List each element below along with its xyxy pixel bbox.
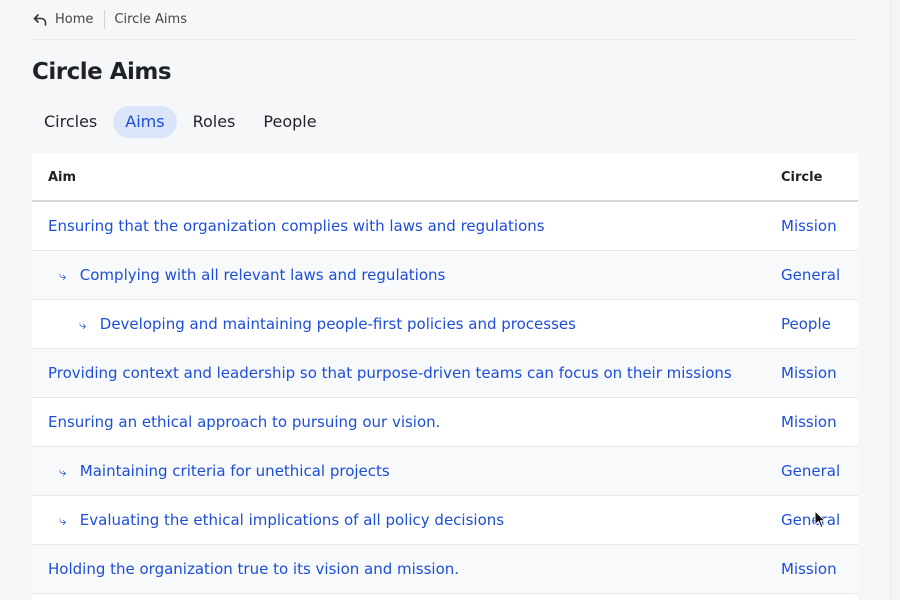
table-row: Ensuring an ethical approach to pursuing…	[32, 397, 858, 447]
aim-link[interactable]: Evaluating the ethical implications of a…	[80, 511, 504, 529]
circle-link[interactable]: Mission	[781, 364, 837, 382]
table-row: ⤷ Maintaining criteria for unethical pro…	[32, 446, 858, 496]
tab-roles[interactable]: Roles	[181, 106, 248, 138]
aim-cell: ⤷ Complying with all relevant laws and r…	[32, 250, 765, 300]
breadcrumb-current: Circle Aims	[114, 12, 187, 27]
breadcrumb-home-link[interactable]: Home	[32, 12, 93, 28]
circle-link[interactable]: People	[781, 315, 831, 333]
aim-cell: ⤷ Evaluating the ethical implications of…	[32, 495, 765, 545]
tab-people[interactable]: People	[251, 106, 328, 138]
aims-table-container: Aim Circle Ensuring that the organizatio…	[32, 154, 858, 600]
table-row: Ensuring that the organization complies …	[32, 201, 858, 251]
aim-link[interactable]: Ensuring that the organization complies …	[48, 217, 545, 235]
circle-link[interactable]: Mission	[781, 560, 837, 578]
scrollbar-track[interactable]	[890, 0, 900, 600]
page-title: Circle Aims	[32, 59, 172, 85]
sub-aim-arrow-icon: ⤷	[59, 513, 67, 529]
circle-link[interactable]: General	[781, 462, 840, 480]
aim-cell: Ensuring an ethical approach to pursuing…	[32, 397, 765, 447]
aim-cell: Providing context and leadership so that…	[32, 348, 765, 398]
sub-aim-arrow-icon: ⤷	[59, 268, 67, 284]
aim-link[interactable]: Providing context and leadership so that…	[48, 364, 732, 382]
circle-cell: Mission	[765, 348, 858, 398]
table-row: Holding the organization true to its vis…	[32, 544, 858, 594]
circle-cell: General	[765, 250, 858, 300]
breadcrumb-home-label: Home	[55, 12, 94, 27]
sub-aim-arrow-icon: ⤷	[59, 464, 67, 480]
aim-link[interactable]: Holding the organization true to its vis…	[48, 560, 459, 578]
aim-link[interactable]: Ensuring an ethical approach to pursuing…	[48, 413, 440, 431]
aims-table: Aim Circle Ensuring that the organizatio…	[32, 154, 858, 594]
circle-cell: Mission	[765, 201, 858, 251]
aim-link[interactable]: Maintaining criteria for unethical proje…	[80, 462, 390, 480]
circle-link[interactable]: Mission	[781, 217, 837, 235]
circle-link[interactable]: Mission	[781, 413, 837, 431]
table-row: ⤷ Complying with all relevant laws and r…	[32, 250, 858, 300]
main-content: Home Circle Aims Circle Aims Circles Aim…	[0, 0, 890, 600]
table-header-row: Aim Circle	[32, 154, 858, 202]
tab-aims[interactable]: Aims	[113, 106, 177, 138]
aim-cell: Holding the organization true to its vis…	[32, 544, 765, 594]
circle-cell: General	[765, 495, 858, 545]
aim-link[interactable]: Complying with all relevant laws and reg…	[80, 266, 446, 284]
circle-cell: General	[765, 446, 858, 496]
circle-cell: People	[765, 299, 858, 349]
aim-link[interactable]: Developing and maintaining people-first …	[100, 315, 576, 333]
tab-bar: Circles Aims Roles People	[32, 106, 333, 138]
aim-cell: Ensuring that the organization complies …	[32, 201, 765, 251]
sub-aim-arrow-icon: ⤷	[79, 317, 87, 333]
aim-cell: ⤷ Maintaining criteria for unethical pro…	[32, 446, 765, 496]
aim-cell: ⤷ Developing and maintaining people-firs…	[32, 299, 765, 349]
tab-circles[interactable]: Circles	[32, 106, 109, 138]
table-row: ⤷ Evaluating the ethical implications of…	[32, 495, 858, 545]
column-header-aim[interactable]: Aim	[32, 154, 765, 202]
table-row: ⤷ Developing and maintaining people-firs…	[32, 299, 858, 349]
column-header-circle[interactable]: Circle	[765, 154, 858, 202]
circle-cell: Mission	[765, 397, 858, 447]
breadcrumb: Home Circle Aims	[32, 0, 858, 40]
app-window: Home Circle Aims Circle Aims Circles Aim…	[0, 0, 900, 600]
back-arrow-icon	[33, 13, 47, 26]
circle-link[interactable]: General	[781, 266, 840, 284]
circle-cell: Mission	[765, 544, 858, 594]
breadcrumb-separator	[104, 10, 106, 29]
circle-link[interactable]: General	[781, 511, 840, 529]
table-row: Providing context and leadership so that…	[32, 348, 858, 398]
